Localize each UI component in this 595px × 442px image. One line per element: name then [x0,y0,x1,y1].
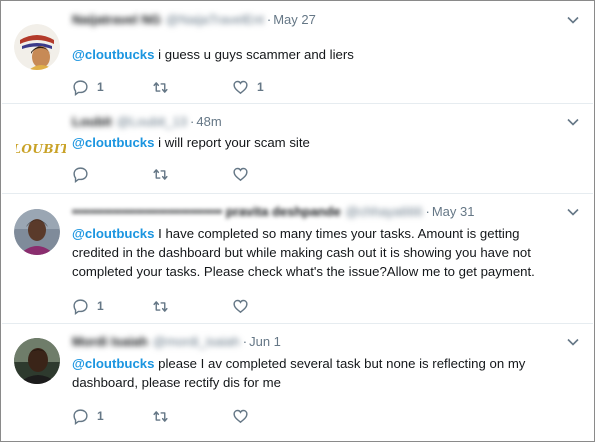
timestamp[interactable]: May 27 [273,11,316,29]
retweet-icon [153,168,168,180]
tweet-text: @cloutbucks i guess u guys scammer and l… [72,45,575,64]
reply-icon [73,166,88,183]
separator: · [425,204,430,219]
like-icon [233,299,248,313]
reply-icon [73,298,88,315]
like-button[interactable] [232,166,312,183]
retweet-icon [153,410,168,422]
reply-count: 1 [97,409,104,423]
chevron-down-icon[interactable] [567,16,579,24]
tweet-header: ••••••••••••••••••••••••••••••••• pravit… [72,203,553,221]
mention-link[interactable]: @cloutbucks [72,135,154,150]
mention-link[interactable]: @cloutbucks [72,226,154,241]
tweet-text: @cloutbucks please I av completed severa… [72,354,553,392]
author-name[interactable]: Mordi Isaiah [72,333,148,351]
reply-button[interactable]: 1 [72,408,152,425]
tweet-actions [72,164,312,184]
tweet[interactable]: Mordi Isaiah @mordi_isaiah · Jun 1 @clou… [2,324,593,441]
like-icon [233,409,248,423]
like-button[interactable]: 1 [232,79,312,96]
reply-icon [73,79,88,96]
tweet-body-text: i will report your scam site [154,135,310,150]
tweet-actions: 1 [72,406,312,426]
author-handle[interactable]: @Loubit_13 [117,113,187,131]
tweet-header: Mordi Isaiah @mordi_isaiah · Jun 1 [72,333,553,351]
tweet[interactable]: ••••••••••••••••••••••••••••••••• pravit… [2,194,593,324]
reply-count: 1 [97,299,104,313]
avatar[interactable] [14,24,60,70]
retweet-icon [153,81,168,93]
tweet-header: Naijatravel NG @NaijaTravelEnt · May 27 [72,11,553,29]
reply-button[interactable] [72,166,152,183]
separator: · [190,114,195,129]
tweet-actions: 1 [72,296,312,316]
author-name[interactable]: ••••••••••••••••••••••••••••••••• pravit… [72,203,341,221]
reply-button[interactable]: 1 [72,79,152,96]
tweet[interactable]: Naijatravel NG @NaijaTravelEnt · May 27 … [2,2,593,104]
chevron-down-icon[interactable] [567,338,579,346]
retweet-button[interactable] [152,408,232,425]
retweet-button[interactable] [152,298,232,315]
avatar[interactable] [14,338,60,384]
mention-link[interactable]: @cloutbucks [72,47,154,62]
separator: · [242,334,248,349]
reply-button[interactable]: 1 [72,298,152,315]
author-name[interactable]: Loubit [72,113,112,131]
like-button[interactable] [232,408,312,425]
reply-icon [73,408,88,425]
like-count: 1 [257,80,264,94]
avatar[interactable]: LOUBIT [16,126,66,172]
retweet-button[interactable] [152,79,232,96]
author-name[interactable]: Naijatravel NG [72,11,161,29]
like-icon [233,80,248,94]
separator: · [266,12,272,27]
tweet-actions: 1 1 [72,77,312,97]
chevron-down-icon[interactable] [567,208,579,216]
timestamp[interactable]: May 31 [432,203,475,221]
author-handle[interactable]: @chhaya666 [346,203,423,221]
timestamp[interactable]: 48m [196,113,221,131]
timestamp[interactable]: Jun 1 [249,333,281,351]
retweet-icon [153,300,168,312]
avatar-logo-text: LOUBIT [16,142,66,156]
like-button[interactable] [232,298,312,315]
retweet-button[interactable] [152,166,232,183]
mention-link[interactable]: @cloutbucks [72,356,154,371]
tweet-body-text: i guess u guys scammer and liers [154,47,354,62]
author-handle[interactable]: @mordi_isaiah [153,333,240,351]
tweet[interactable]: LOUBIT Loubit @Loubit_13 · 48m @cloutbuc… [2,104,593,194]
like-icon [233,167,248,181]
tweet-text: @cloutbucks i will report your scam site [72,133,575,152]
reply-count: 1 [97,80,104,94]
author-handle[interactable]: @NaijaTravelEnt [166,11,264,29]
chevron-down-icon[interactable] [567,118,579,126]
avatar[interactable] [14,209,60,255]
tweet-feed: Naijatravel NG @NaijaTravelEnt · May 27 … [0,0,595,442]
tweet-header: Loubit @Loubit_13 · 48m [72,113,553,131]
tweet-text: @cloutbucks I have completed so many tim… [72,224,561,281]
